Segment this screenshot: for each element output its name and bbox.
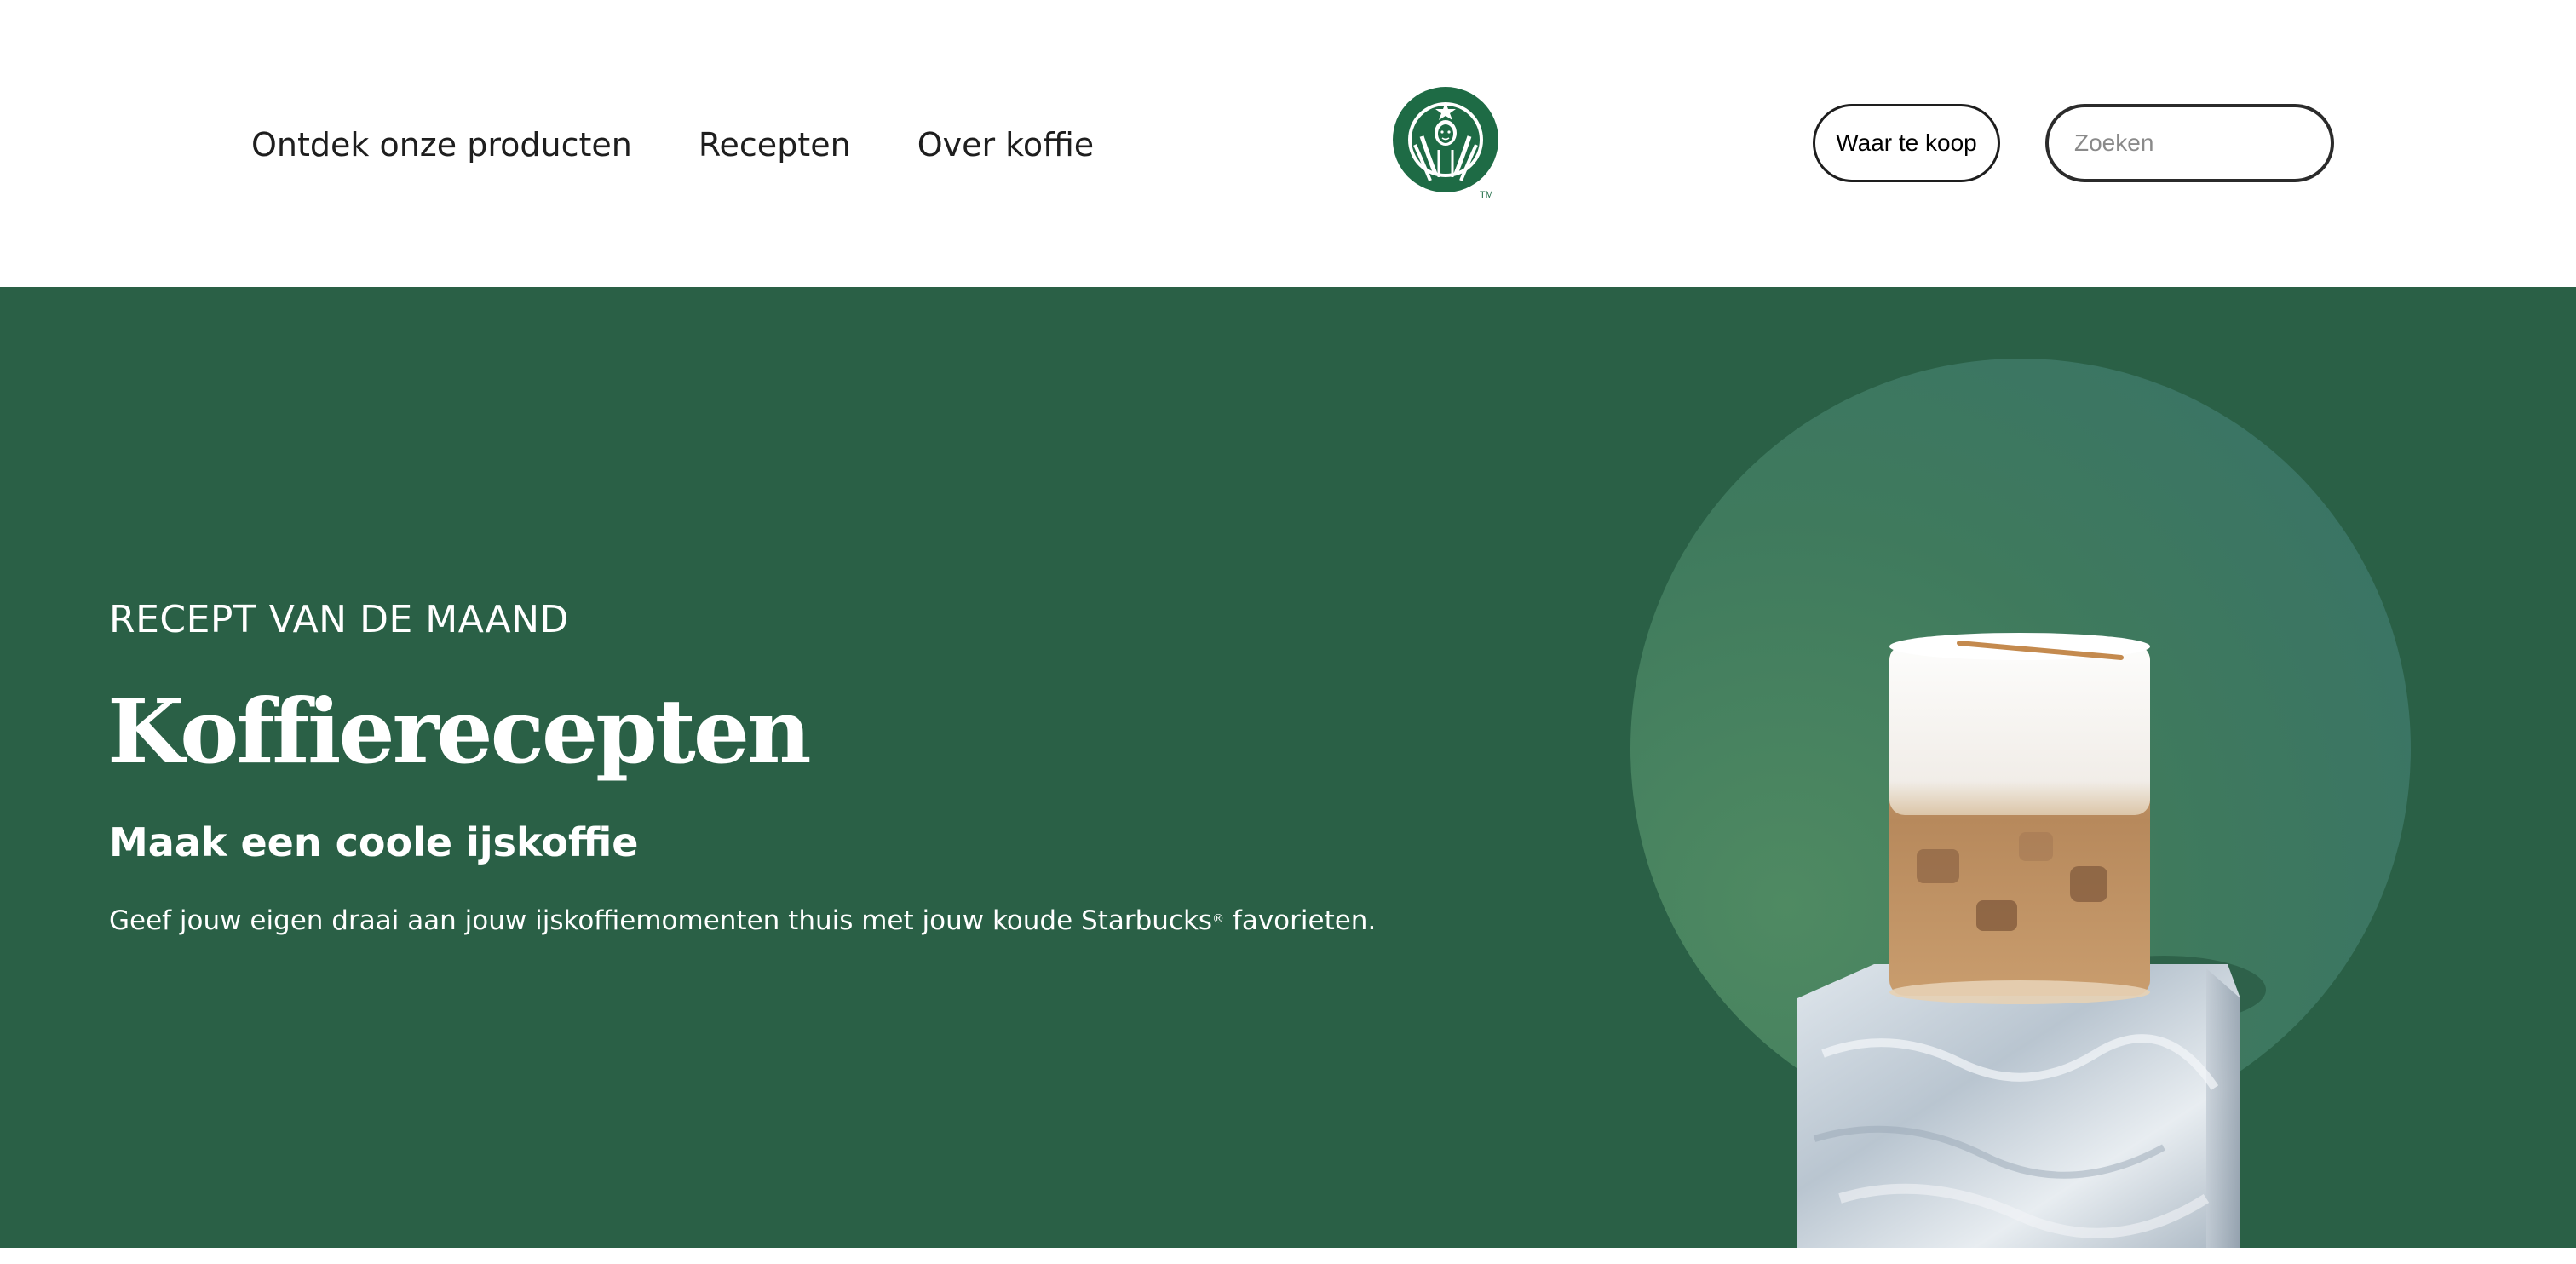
- site-header: Ontdek onze producten Recepten Over koff…: [0, 0, 2576, 287]
- hero-banner: RECEPT VAN DE MAAND Koffierecepten Maak …: [0, 287, 2576, 1248]
- hero-description-main: Geef jouw eigen draai aan jouw ijskoffie…: [109, 905, 1213, 936]
- page-bottom-strip: [0, 1248, 2576, 1264]
- hero-title: Koffierecepten: [107, 679, 812, 784]
- hero-description: Geef jouw eigen draai aan jouw ijskoffie…: [109, 905, 1376, 936]
- iced-coffee-image: [1619, 355, 2436, 1248]
- hero-eyebrow: RECEPT VAN DE MAAND: [109, 598, 569, 641]
- hero-subtitle: Maak een coole ijskoffie: [109, 819, 639, 865]
- registered-mark: ®: [1212, 912, 1225, 926]
- search-field[interactable]: [2045, 104, 2334, 182]
- nav-link-products[interactable]: Ontdek onze producten: [251, 126, 632, 164]
- nav-link-about-coffee[interactable]: Over koffie: [917, 126, 1095, 164]
- search-input[interactable]: [2074, 129, 2331, 157]
- nav-link-recipes[interactable]: Recepten: [699, 126, 851, 164]
- trademark-mark: TM: [1480, 190, 1493, 200]
- hero-description-end: favorieten.: [1224, 905, 1377, 936]
- where-to-buy-button[interactable]: Waar te koop: [1813, 104, 2000, 182]
- main-nav: Ontdek onze producten Recepten Over koff…: [251, 119, 1094, 170]
- starbucks-logo-icon[interactable]: TM: [1391, 85, 1510, 200]
